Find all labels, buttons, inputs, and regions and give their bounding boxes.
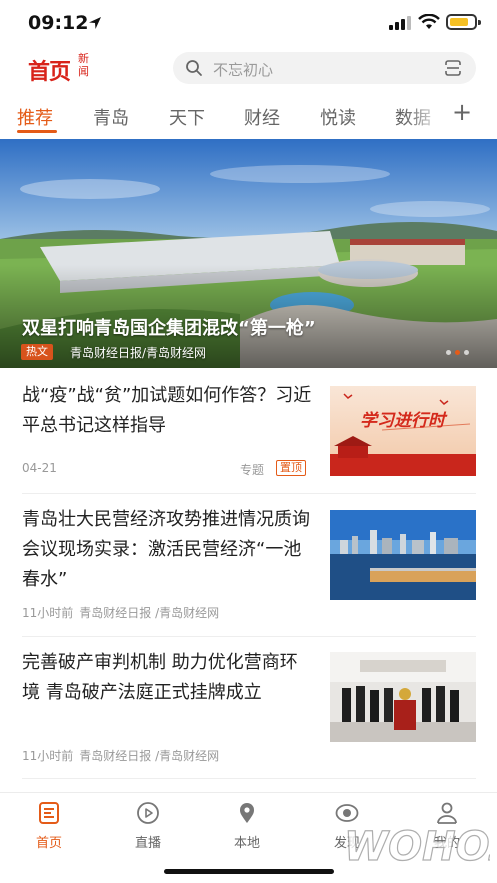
nav-live[interactable]: 直播 <box>113 801 183 851</box>
news-date: 04-21 <box>22 461 57 475</box>
channel-tabs: 推荐 青岛 天下 财经 悦读 数据 + <box>0 96 497 136</box>
app-logo[interactable]: 首页 新闻 <box>28 52 94 85</box>
tab-world[interactable]: 天下 <box>169 104 205 130</box>
news-time: 11小时前 <box>22 606 74 620</box>
hero-title: 双星打响青岛国企集团混改“第一枪” <box>22 318 316 339</box>
news-item[interactable]: 青岛壮大民营经济攻势推进情况质询会议现场实录：激活民营经济“一池春水” 11小时… <box>0 494 497 636</box>
news-source: 青岛财经日报 /青岛财经网 <box>79 606 220 620</box>
carousel-dot <box>446 350 451 355</box>
location-pin-icon <box>240 803 254 823</box>
logo-main-text: 首页 <box>28 59 71 85</box>
news-title: 战“疫”战“贫”加试题如何作答？习近平总书记这样指导 <box>22 385 312 436</box>
home-indicator <box>164 869 334 874</box>
hero-source: 青岛财经日报/青岛财经网 <box>70 346 207 360</box>
news-meta: 11小时前 青岛财经日报 /青岛财经网 <box>22 747 225 764</box>
news-topic-label: 专题 <box>240 463 265 477</box>
battery-icon <box>446 14 481 30</box>
nav-home[interactable]: 首页 <box>14 801 84 851</box>
watermark-logo: WOHOZ <box>343 823 490 870</box>
status-time: 09:12 <box>28 12 89 34</box>
tab-qingdao[interactable]: 青岛 <box>93 104 129 130</box>
news-thumbnail <box>330 510 476 600</box>
nav-local[interactable]: 本地 <box>212 801 282 851</box>
news-title: 青岛壮大民营经济攻势推进情况质询会议现场实录：激活民营经济“一池春水” <box>22 509 310 590</box>
active-tab-indicator <box>17 130 57 133</box>
news-time: 11小时前 <box>22 749 74 763</box>
nav-label: 直播 <box>134 836 161 851</box>
nav-label: 本地 <box>233 836 260 851</box>
news-title: 完善破产审判机制 助力优化营商环境 青岛破产法庭正式挂牌成立 <box>22 652 298 703</box>
location-arrow-icon <box>89 17 101 29</box>
logo-sub-text: 新闻 <box>78 52 89 78</box>
status-bar: 09:12 <box>0 0 497 46</box>
scan-icon[interactable] <box>444 59 462 77</box>
hero-banner[interactable]: 双星打响青岛国企集团混改“第一枪” 热文 青岛财经日报/青岛财经网 <box>0 139 497 368</box>
news-item[interactable]: 战“疫”战“贫”加试题如何作答？习近平总书记这样指导 04-21 专题 置顶 学… <box>0 368 497 496</box>
search-icon <box>186 60 202 76</box>
thumb-caption-text: 学习进行时 <box>360 411 448 431</box>
news-item[interactable]: 完善破产审判机制 助力优化营商环境 青岛破产法庭正式挂牌成立 11小时前 青岛财经… <box>0 637 497 779</box>
divider <box>22 778 476 779</box>
tab-reading[interactable]: 悦读 <box>320 104 356 130</box>
carousel-dot-active <box>455 350 460 355</box>
nav-label: 首页 <box>35 836 62 851</box>
add-channel-button[interactable]: + <box>452 98 472 126</box>
news-thumbnail: 学习进行时 <box>330 386 476 476</box>
news-source: 青岛财经日报 /青岛财经网 <box>79 749 220 763</box>
carousel-indicator <box>446 350 486 356</box>
news-thumbnail <box>330 652 476 742</box>
hero-tag-badge: 热文 <box>21 344 53 360</box>
svg-text:WOHOZ: WOHOZ <box>344 824 490 870</box>
search-bar[interactable]: 不忘初心 <box>173 52 476 84</box>
home-doc-icon <box>39 802 59 824</box>
cellular-signal-icon <box>389 16 411 30</box>
carousel-dot <box>464 350 469 355</box>
search-placeholder: 不忘初心 <box>213 61 274 79</box>
play-circle-icon <box>137 802 159 824</box>
tab-recommend[interactable]: 推荐 <box>17 104 53 130</box>
wifi-icon <box>418 14 440 29</box>
tab-finance[interactable]: 财经 <box>244 104 280 130</box>
news-meta: 11小时前 青岛财经日报 /青岛财经网 <box>22 604 225 621</box>
pinned-badge: 置顶 <box>276 460 306 476</box>
